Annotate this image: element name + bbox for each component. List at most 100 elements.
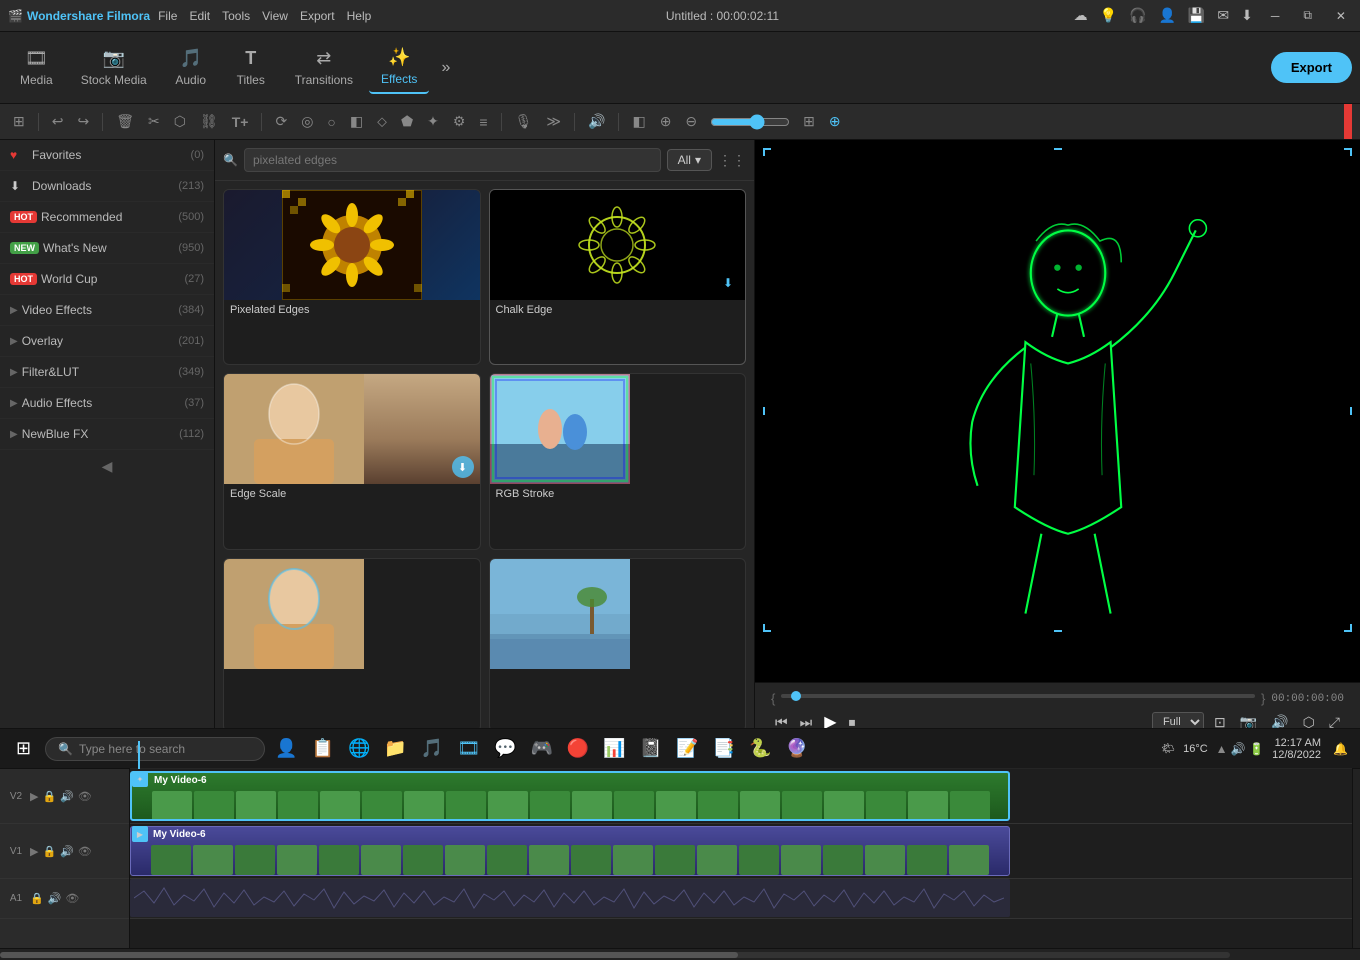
- scrubber-knob[interactable]: [791, 691, 801, 701]
- track-v2-play-button[interactable]: ▶: [30, 790, 38, 803]
- taskbar-search[interactable]: 🔍: [45, 737, 265, 761]
- effect-card-rgb-stroke[interactable]: RGB Stroke: [489, 373, 747, 549]
- grid-options-button[interactable]: ⋮⋮: [718, 152, 746, 169]
- tab-audio[interactable]: 🎵 Audio: [163, 42, 219, 93]
- zoom-slider[interactable]: [710, 114, 790, 130]
- taskbar-app-python[interactable]: 🐍: [745, 734, 775, 763]
- taskbar-app-explorer[interactable]: 📁: [380, 734, 410, 763]
- taskbar-app-word[interactable]: 📝: [672, 734, 702, 763]
- taskbar-app-chat[interactable]: 💬: [490, 734, 520, 763]
- more-tabs-button[interactable]: »: [433, 55, 458, 81]
- sidebar-item-overlay[interactable]: ▶ Overlay (201): [0, 326, 214, 357]
- notification-button[interactable]: 🔔: [1329, 738, 1352, 760]
- taskbar-app-powerpoint[interactable]: 📑: [709, 734, 739, 763]
- menu-export[interactable]: Export: [300, 9, 335, 23]
- download-badge-2[interactable]: ⬇: [452, 456, 474, 478]
- download-icon[interactable]: ⬇: [1241, 7, 1253, 24]
- idea-icon[interactable]: 💡: [1100, 7, 1117, 24]
- save-icon[interactable]: 💾: [1188, 7, 1205, 24]
- menu-edit[interactable]: Edit: [189, 9, 210, 23]
- fit-button[interactable]: ⊞: [798, 111, 820, 132]
- cut-button[interactable]: ✂: [143, 111, 165, 132]
- sidebar-item-downloads[interactable]: ⬇ Downloads (213): [0, 171, 214, 202]
- track-a1-lock-button[interactable]: 🔒: [30, 892, 44, 905]
- taskbar-app-store[interactable]: 📋: [308, 734, 338, 763]
- effects-search-input[interactable]: [244, 148, 661, 172]
- sidebar-item-world-cup[interactable]: HOT World Cup (27): [0, 264, 214, 295]
- a1-waveform-bg[interactable]: [130, 879, 1010, 917]
- sidebar-collapse[interactable]: ◀: [0, 450, 214, 483]
- text-button[interactable]: T+: [227, 112, 254, 132]
- effect-card-chalk-edge[interactable]: ⬇ Chalk Edge: [489, 189, 747, 365]
- taskbar-app-excel[interactable]: 📊: [599, 734, 629, 763]
- timeline-scrubber[interactable]: [781, 694, 1255, 698]
- export-button[interactable]: Export: [1271, 52, 1352, 83]
- tab-effects[interactable]: ✨ Effects: [369, 41, 429, 94]
- sidebar-item-recommended[interactable]: HOT Recommended (500): [0, 202, 214, 233]
- track-a1-eye-button[interactable]: 👁: [65, 892, 79, 905]
- v1-clip[interactable]: ▶ My Video-6: [130, 826, 1010, 876]
- tab-stock-media[interactable]: 📷 Stock Media: [69, 42, 159, 93]
- account-icon[interactable]: 👤: [1158, 7, 1175, 24]
- color-button[interactable]: ◧: [345, 111, 368, 132]
- taskbar-app-onenote[interactable]: 📓: [636, 734, 666, 763]
- layout-button[interactable]: ⊞: [8, 111, 30, 132]
- mail-icon[interactable]: ✉: [1217, 7, 1229, 24]
- all-filter-button[interactable]: All ▾: [667, 149, 712, 171]
- tab-media[interactable]: 🎞 Media: [8, 42, 65, 93]
- taskbar-app-filmora[interactable]: 🎞: [453, 734, 484, 763]
- menu-help[interactable]: Help: [347, 9, 372, 23]
- v2-clip[interactable]: ▶ My Video-6: [130, 771, 1010, 821]
- track-v1-volume-button[interactable]: 🔊: [60, 845, 74, 858]
- close-button[interactable]: ✕: [1330, 7, 1352, 25]
- more-button[interactable]: ≫: [541, 111, 566, 132]
- taskbar-clock[interactable]: 12:17 AM 12/8/2022: [1272, 737, 1321, 761]
- sidebar-item-filter-lut[interactable]: ▶ Filter&LUT (349): [0, 357, 214, 388]
- track-v1-lock-button[interactable]: 🔒: [42, 845, 56, 858]
- track-v1-eye-button[interactable]: 👁: [78, 845, 92, 858]
- link-button[interactable]: ⛓: [195, 111, 223, 132]
- zoom-in-button[interactable]: ⊕: [655, 111, 677, 132]
- effect-button[interactable]: ✦: [422, 111, 444, 132]
- taskbar-app-widgets[interactable]: 👤: [271, 734, 301, 763]
- crop-button[interactable]: ⬡: [169, 111, 191, 132]
- mask-button[interactable]: ⬦: [372, 111, 392, 132]
- track-v2-volume-button[interactable]: 🔊: [60, 790, 74, 803]
- transform-button[interactable]: ⬟: [396, 111, 418, 132]
- effect-card-6[interactable]: [489, 558, 747, 732]
- maximize-button[interactable]: ⧉: [1297, 6, 1318, 25]
- tab-titles[interactable]: T Titles: [223, 42, 279, 93]
- tab-transitions[interactable]: ⇄ Transitions: [283, 42, 365, 93]
- effect-card-5[interactable]: [223, 558, 481, 732]
- add-track-button[interactable]: ⊕: [824, 111, 846, 132]
- hscroll-track[interactable]: [0, 952, 1230, 958]
- taskbar-app-media[interactable]: 🎵: [417, 734, 447, 763]
- track-a1-volume-button[interactable]: 🔊: [48, 892, 62, 905]
- taskbar-app-1[interactable]: 🎮: [526, 734, 556, 763]
- redo-button[interactable]: ↪: [72, 111, 94, 132]
- sidebar-item-audio-effects[interactable]: ▶ Audio Effects (37): [0, 388, 214, 419]
- effect-card-edge-scale[interactable]: ⬇ Edge Scale: [223, 373, 481, 549]
- split-screen-button[interactable]: ◧: [627, 111, 650, 132]
- taskbar-app-2[interactable]: 🔴: [563, 734, 593, 763]
- minimize-button[interactable]: ─: [1265, 7, 1286, 25]
- taskbar-app-edge[interactable]: 🌐: [344, 734, 374, 763]
- hscroll-thumb[interactable]: [0, 952, 738, 958]
- menu-button[interactable]: ≡: [474, 112, 492, 132]
- menu-view[interactable]: View: [262, 9, 288, 23]
- download-badge[interactable]: ⬇: [717, 272, 739, 294]
- cloud-icon[interactable]: ☁: [1074, 7, 1088, 24]
- effect-card-pixelated-edges[interactable]: Pixelated Edges: [223, 189, 481, 365]
- menu-tools[interactable]: Tools: [222, 9, 250, 23]
- undo-button[interactable]: ↩: [47, 111, 69, 132]
- sidebar-item-video-effects[interactable]: ▶ Video Effects (384): [0, 295, 214, 326]
- playhead[interactable]: [138, 741, 140, 769]
- taskbar-search-input[interactable]: [79, 742, 252, 756]
- headphone-icon[interactable]: 🎧: [1129, 7, 1146, 24]
- menu-file[interactable]: File: [158, 9, 177, 23]
- audio-mix-button[interactable]: 🔊: [583, 111, 610, 132]
- zoom-out-button[interactable]: ⊖: [680, 111, 702, 132]
- delete-button[interactable]: 🗑: [111, 111, 139, 132]
- timeline-scrollbar[interactable]: [1352, 769, 1360, 948]
- stabilize-button[interactable]: ○: [322, 112, 340, 132]
